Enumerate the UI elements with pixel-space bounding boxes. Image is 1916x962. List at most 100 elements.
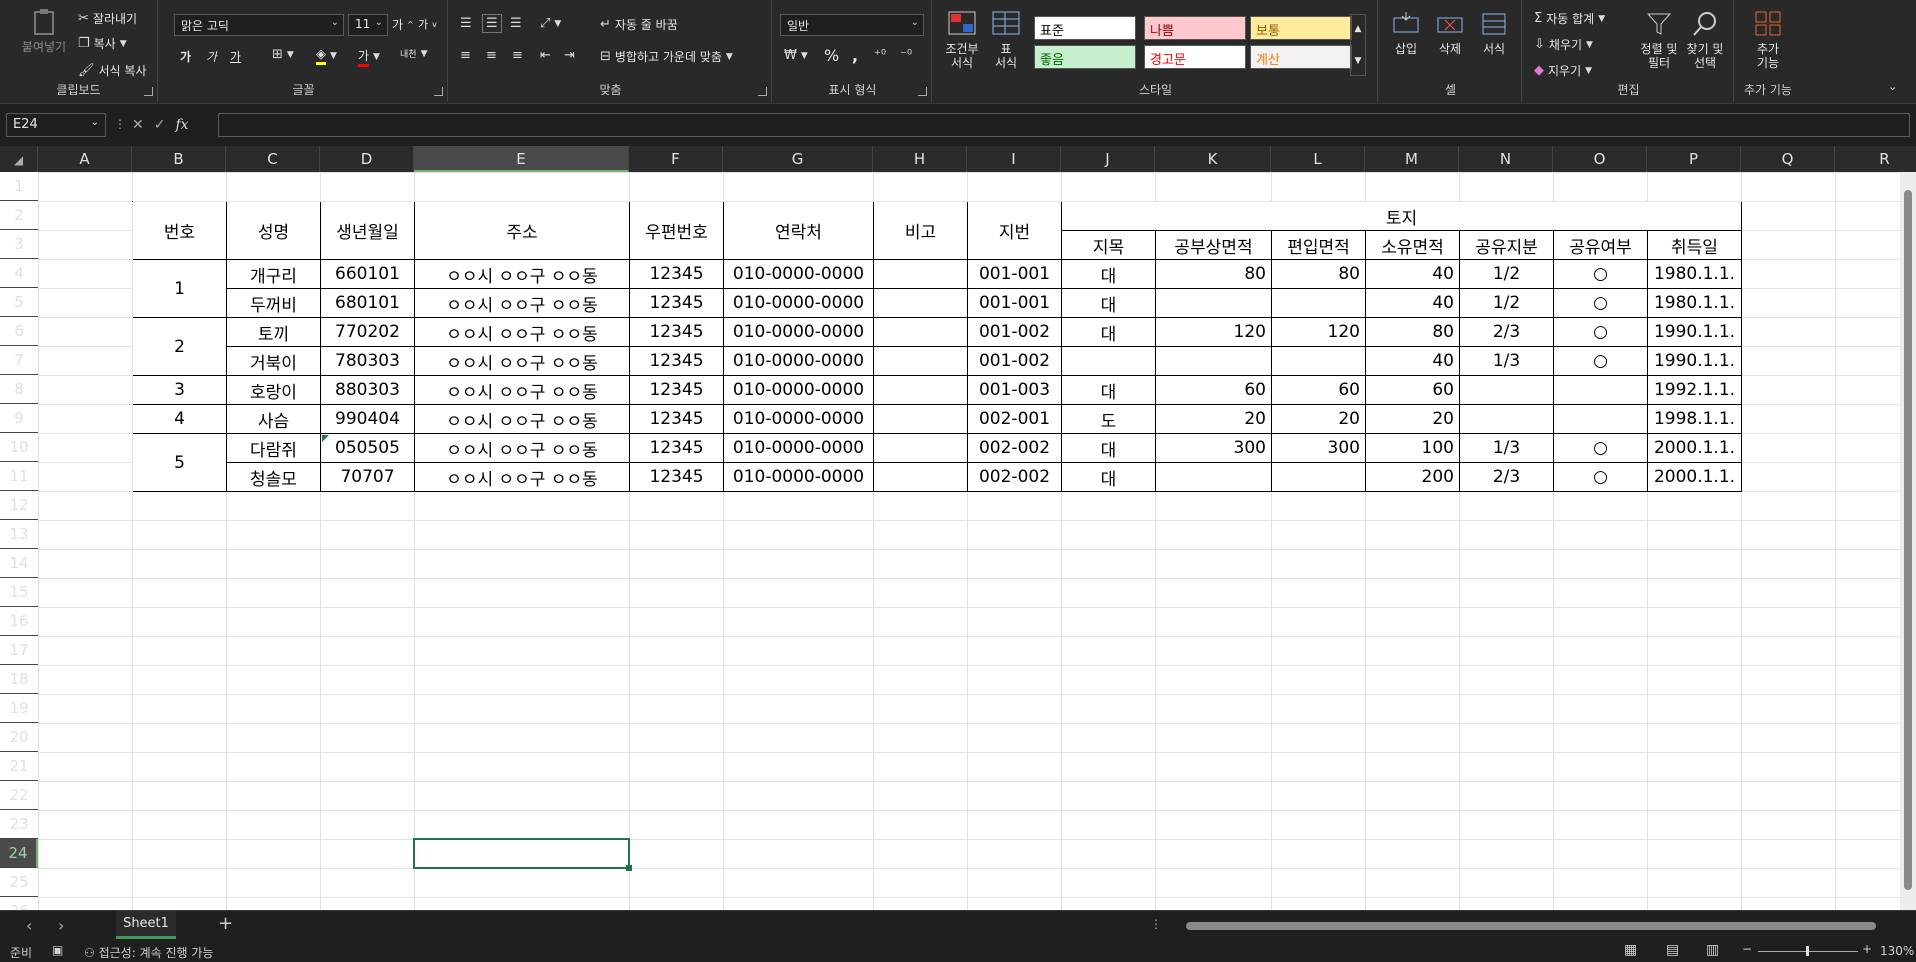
header-zip[interactable]: 우편번호 — [630, 202, 724, 260]
column-header-c[interactable]: C — [226, 146, 320, 172]
zoom-slider-thumb[interactable] — [1806, 946, 1809, 956]
data-cell[interactable]: ㅇㅇ시 ㅇㅇ구 ㅇㅇ동 — [415, 347, 630, 376]
normal-view-icon[interactable]: ▦ — [1624, 942, 1637, 958]
font-size-combo[interactable]: 11 ⌄ — [348, 14, 388, 36]
data-cell[interactable]: 100 — [1366, 434, 1460, 463]
underline-button[interactable]: 가 — [230, 48, 241, 65]
row-header-5[interactable]: 5 — [0, 288, 38, 317]
data-cell[interactable]: 80 — [1156, 260, 1272, 289]
format-painter-button[interactable]: 🖌 서식 복사 — [78, 62, 147, 79]
data-cell[interactable] — [1554, 376, 1648, 405]
data-cell[interactable]: 12345 — [630, 289, 724, 318]
data-cell[interactable]: 010-0000-0000 — [724, 463, 874, 492]
fill-handle[interactable] — [626, 865, 632, 871]
data-cell[interactable]: 1990.1.1. — [1648, 318, 1742, 347]
decrease-indent-button[interactable]: ⇤ — [540, 48, 551, 63]
data-cell[interactable]: 거북이 — [227, 347, 321, 376]
data-cell[interactable]: 대 — [1062, 289, 1156, 318]
column-header-e[interactable]: E — [414, 146, 629, 172]
add-sheet-button[interactable]: + — [218, 913, 233, 934]
data-cell[interactable]: 60 — [1366, 376, 1460, 405]
addins-button[interactable]: 추가 기능 — [1744, 10, 1792, 70]
data-cell[interactable]: 001-002 — [968, 318, 1062, 347]
data-cell[interactable]: 2000.1.1. — [1648, 463, 1742, 492]
formula-input[interactable] — [218, 113, 1910, 137]
data-cell[interactable]: 60 — [1272, 376, 1366, 405]
data-cell[interactable]: 1/3 — [1460, 434, 1554, 463]
data-cell[interactable] — [1460, 376, 1554, 405]
data-cell[interactable]: 사슴 — [227, 405, 321, 434]
data-cell[interactable] — [1156, 347, 1272, 376]
data-cell[interactable]: 토끼 — [227, 318, 321, 347]
active-cell[interactable] — [413, 838, 630, 869]
grow-font-button[interactable]: 가 ^ — [392, 16, 414, 33]
align-bottom-button[interactable]: ☰ — [510, 16, 522, 31]
data-cell[interactable]: 1/2 — [1460, 260, 1554, 289]
row-header-2[interactable]: 2 — [0, 201, 38, 230]
column-header-n[interactable]: N — [1459, 146, 1553, 172]
autosum-button[interactable]: Σ 자동 합계 ▼ — [1534, 10, 1605, 27]
row-header-10[interactable]: 10 — [0, 433, 38, 462]
row-header-13[interactable]: 13 — [0, 520, 38, 549]
column-header-l[interactable]: L — [1271, 146, 1365, 172]
data-cell[interactable] — [1156, 289, 1272, 318]
sheet-tab-sheet1[interactable]: Sheet1 — [116, 911, 176, 939]
clear-button[interactable]: ◆ 지우기 ▼ — [1534, 62, 1592, 79]
wrap-text-button[interactable]: ↵ 자동 줄 바꿈 — [600, 16, 678, 33]
row-header-8[interactable]: 8 — [0, 375, 38, 404]
data-cell[interactable]: 1980.1.1. — [1648, 260, 1742, 289]
header-birth[interactable]: 생년월일 — [321, 202, 415, 260]
data-cell[interactable]: 1990.1.1. — [1648, 347, 1742, 376]
row-header-12[interactable]: 12 — [0, 491, 38, 520]
data-cell[interactable]: 002-002 — [968, 463, 1062, 492]
align-right-button[interactable]: ≡ — [512, 48, 523, 63]
percent-button[interactable]: % — [824, 46, 839, 65]
data-cell[interactable]: 780303 — [321, 347, 415, 376]
insert-button[interactable]: 삽입 — [1384, 10, 1428, 56]
row-header-3[interactable]: 3 — [0, 230, 38, 259]
data-cell[interactable]: ㅇㅇ시 ㅇㅇ구 ㅇㅇ동 — [415, 318, 630, 347]
align-middle-button[interactable]: ☰ — [482, 14, 502, 33]
data-cell[interactable]: 001-002 — [968, 347, 1062, 376]
row-header-15[interactable]: 15 — [0, 578, 38, 607]
data-cell[interactable]: 660101 — [321, 260, 415, 289]
column-header-d[interactable]: D — [320, 146, 414, 172]
data-cell[interactable]: 대 — [1062, 376, 1156, 405]
data-cell[interactable]: 40 — [1366, 289, 1460, 318]
number-launcher[interactable] — [918, 87, 927, 96]
row-number-cell[interactable]: 4 — [133, 405, 227, 434]
vertical-scroll-thumb[interactable] — [1904, 190, 1912, 890]
shrink-font-button[interactable]: 가v — [418, 16, 437, 32]
data-cell[interactable]: 12345 — [630, 405, 724, 434]
header-sub-2[interactable]: 공부상면적 — [1156, 231, 1272, 260]
data-cell[interactable]: 880303 — [321, 376, 415, 405]
merge-center-button[interactable]: ⊟ 병합하고 가운데 맞춤 ▼ — [600, 48, 733, 65]
column-header-m[interactable]: M — [1365, 146, 1459, 172]
header-sub-3[interactable]: 편입면적 — [1272, 231, 1366, 260]
border-button[interactable]: ⊞ ▼ — [272, 47, 294, 62]
row-header-17[interactable]: 17 — [0, 636, 38, 665]
data-cell[interactable]: 대 — [1062, 434, 1156, 463]
header-sub-5[interactable]: 공유지분 — [1460, 231, 1554, 260]
data-cell[interactable]: 010-0000-0000 — [724, 347, 874, 376]
row-header-1[interactable]: 1 — [0, 172, 38, 201]
column-header-f[interactable]: F — [629, 146, 723, 172]
sort-filter-button[interactable]: 정렬 및 필터 — [1634, 10, 1684, 70]
data-cell[interactable]: ○ — [1554, 434, 1648, 463]
header-lot[interactable]: 지번 — [968, 202, 1062, 260]
more-icon[interactable]: ⋮ — [1150, 917, 1162, 931]
data-cell[interactable]: 12345 — [630, 260, 724, 289]
zoom-in-icon[interactable]: + — [1862, 942, 1872, 956]
data-cell[interactable] — [1272, 463, 1366, 492]
zoom-out-icon[interactable]: − — [1742, 942, 1752, 956]
row-header-25[interactable]: 25 — [0, 868, 38, 897]
data-cell[interactable] — [874, 434, 968, 463]
data-cell[interactable]: 다람쥐 — [227, 434, 321, 463]
increase-decimal-button[interactable]: ⁺⁰ — [874, 48, 886, 63]
data-cell[interactable]: 990404 — [321, 405, 415, 434]
row-header-16[interactable]: 16 — [0, 607, 38, 636]
data-cell[interactable]: ㅇㅇ시 ㅇㅇ구 ㅇㅇ동 — [415, 434, 630, 463]
column-header-i[interactable]: I — [967, 146, 1061, 172]
data-cell[interactable]: 002-002 — [968, 434, 1062, 463]
row-header-18[interactable]: 18 — [0, 665, 38, 694]
